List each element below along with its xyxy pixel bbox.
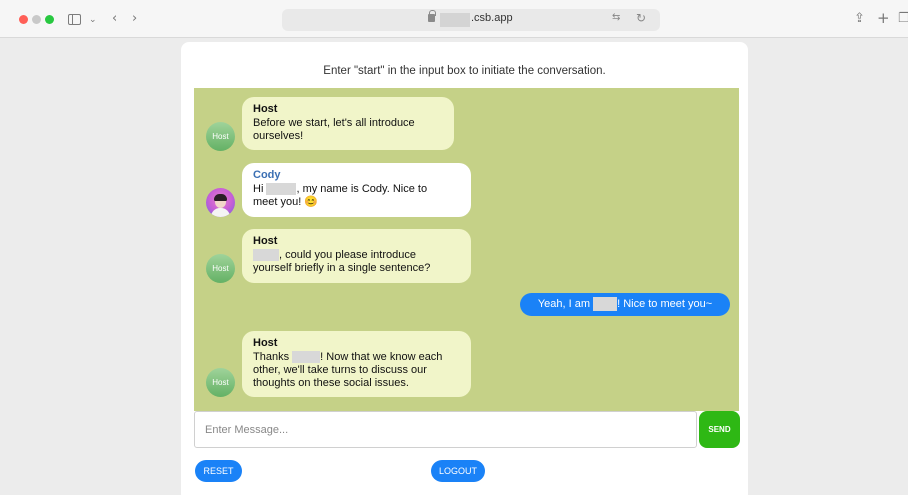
host-avatar: Host	[206, 368, 235, 397]
browser-toolbar: ⌄ ‹ › .csb.app ⇆ ↻ ⇪ + ❐	[0, 0, 908, 38]
url-text: .csb.app	[471, 12, 513, 24]
message-line: ! Now that we know each	[320, 351, 443, 363]
message-line: , could you please introduce	[279, 249, 416, 261]
cody-avatar	[206, 188, 235, 217]
name-redaction	[292, 351, 321, 364]
tabs-icon[interactable]: ❐	[898, 9, 908, 29]
new-tab-icon[interactable]: +	[877, 8, 890, 28]
send-button[interactable]: SEND	[699, 411, 740, 448]
address-bar[interactable]: .csb.app ⇆ ↻	[282, 9, 660, 31]
message-bubble-host: Host Before we start, let's all introduc…	[242, 97, 454, 150]
name-redaction	[593, 297, 618, 312]
reset-button[interactable]: RESET	[195, 460, 242, 482]
message-line: other, we'll take turns to discuss our	[253, 364, 427, 376]
forward-icon[interactable]: ›	[132, 9, 137, 29]
message-bubble-host: Host , could you please introduce yourse…	[242, 229, 471, 283]
message-line: ! Nice to meet you~	[617, 298, 713, 310]
message-bubble-host: Host Thanks ! Now that we know each othe…	[242, 331, 471, 397]
message-line: yourself briefly in a single sentence?	[253, 262, 431, 274]
message-line: Thanks	[253, 351, 293, 363]
message-line: Yeah, I am	[537, 298, 594, 310]
host-avatar: Host	[206, 122, 235, 151]
logout-button[interactable]: LOGOUT	[431, 460, 485, 482]
message-line: , my name is Cody. Nice to	[296, 183, 428, 195]
message-line: thoughts on these social issues.	[253, 377, 409, 389]
user-message-bubble: Yeah, I am ! Nice to meet you~	[520, 293, 730, 316]
share-icon[interactable]: ⇪	[854, 9, 865, 29]
zoom-window-button[interactable]	[45, 15, 54, 24]
sender-name: Host	[253, 103, 278, 115]
back-icon[interactable]: ‹	[112, 9, 117, 29]
host-avatar: Host	[206, 254, 235, 283]
reload-icon[interactable]: ↻	[636, 11, 646, 25]
lock-icon	[428, 10, 436, 22]
close-window-button[interactable]	[19, 15, 28, 24]
message-line: Before we start, let's all introduce	[253, 117, 415, 129]
sender-name: Host	[253, 337, 278, 349]
message-bubble-cody: Cody Hi , my name is Cody. Nice to meet …	[242, 163, 471, 217]
chevron-down-icon[interactable]: ⌄	[89, 10, 97, 30]
translate-icon[interactable]: ⇆	[612, 12, 620, 23]
sender-name: Cody	[253, 169, 281, 181]
message-line: meet you! 😊	[253, 196, 319, 208]
minimize-window-button[interactable]	[32, 15, 41, 24]
instruction-text: Enter "start" in the input box to initia…	[323, 65, 606, 77]
sidebar-icon[interactable]	[68, 14, 81, 25]
message-line: ourselves!	[253, 130, 304, 142]
url-redaction	[440, 13, 470, 27]
message-line: Hi	[253, 183, 267, 195]
sender-name: Host	[253, 235, 278, 247]
name-redaction	[266, 183, 297, 196]
name-redaction	[253, 249, 279, 262]
message-input[interactable]	[194, 411, 697, 448]
